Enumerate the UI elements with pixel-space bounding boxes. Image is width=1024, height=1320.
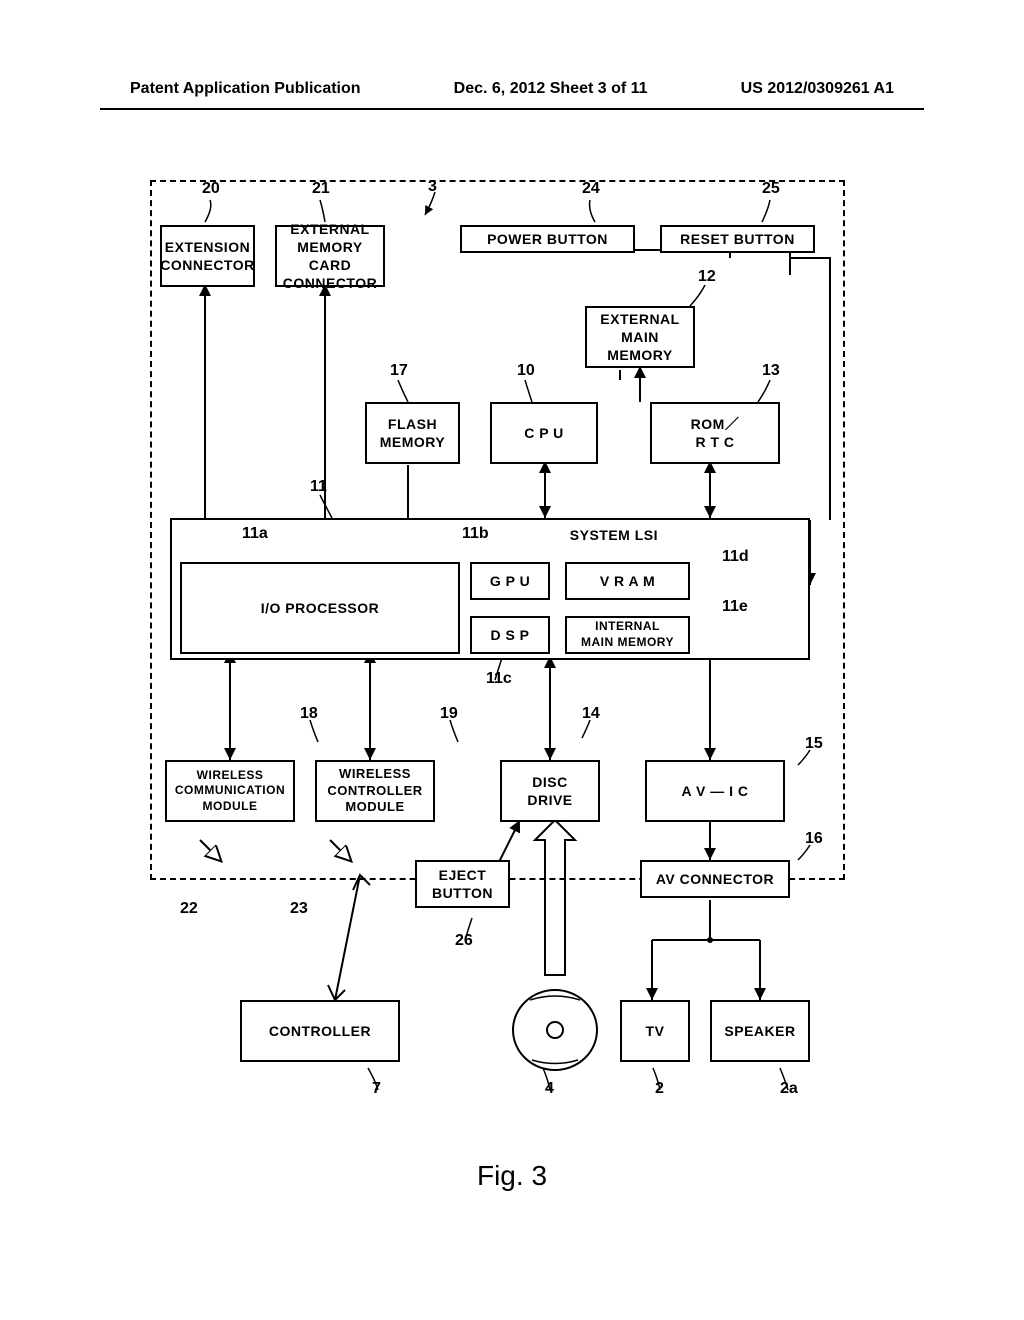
ref-16: 16 [805,830,823,848]
ref-20: 20 [202,180,220,198]
ref-11: 11 [310,478,327,496]
controller-box: CONTROLLER [240,1000,400,1062]
vram-box: V R A M [565,562,690,600]
ref-7: 7 [372,1080,381,1098]
dsp-box: D S P [470,616,550,654]
ref-4: 4 [545,1080,554,1098]
ref-24: 24 [582,180,600,198]
cpu-box: C P U [490,402,598,464]
ref-26: 26 [455,932,473,950]
ref-13: 13 [762,362,780,380]
wireless-controller-module-box: WIRELESS CONTROLLER MODULE [315,760,435,822]
gpu-box: G P U [470,562,550,600]
ref-11c: 11c [486,670,512,688]
ref-23: 23 [290,900,308,918]
av-ic-box: A V — I C [645,760,785,822]
reset-button-box: RESET BUTTON [660,225,815,253]
speaker-box: SPEAKER [710,1000,810,1062]
tv-box: TV [620,1000,690,1062]
wireless-communication-module-box: WIRELESS COMMUNICATION MODULE [165,760,295,822]
ref-2a: 2a [780,1080,798,1098]
ref-14: 14 [582,705,600,723]
ref-3: 3 [428,178,437,196]
ref-19: 19 [440,705,458,723]
av-connector-box: AV CONNECTOR [640,860,790,898]
flash-memory-box: FLASH MEMORY [365,402,460,464]
header-left: Patent Application Publication [130,80,361,98]
ref-11d: 11d [722,548,749,566]
ref-10: 10 [517,362,535,380]
disc-drive-box: DISC DRIVE [500,760,600,822]
ref-21: 21 [312,180,330,198]
ref-15: 15 [805,735,823,753]
header-center: Dec. 6, 2012 Sheet 3 of 11 [454,80,648,98]
figure-caption: Fig. 3 [477,1160,547,1192]
ref-11a: 11a [242,525,268,543]
ref-11b: 11b [462,525,489,543]
power-button-box: POWER BUTTON [460,225,635,253]
ref-11e: 11e [722,598,748,616]
eject-button-box: EJECT BUTTON [415,860,510,908]
external-memory-card-connector-box: EXTERNAL MEMORY CARD CONNECTOR [275,225,385,287]
ref-25: 25 [762,180,780,198]
external-main-memory-box: EXTERNAL MAIN MEMORY [585,306,695,368]
ref-18: 18 [300,705,318,723]
ref-17: 17 [390,362,408,380]
rom-rtc-box: ROM／ R T C [650,402,780,464]
ref-2: 2 [655,1080,664,1098]
diagram-area: EXTENSION CONNECTOR EXTERNAL MEMORY CARD… [150,180,870,1140]
ref-22: 22 [180,900,198,918]
ref-12: 12 [698,268,716,286]
extension-connector-box: EXTENSION CONNECTOR [160,225,255,287]
internal-main-memory-box: INTERNAL MAIN MEMORY [565,616,690,654]
header-divider [100,108,924,110]
page-header: Patent Application Publication Dec. 6, 2… [0,80,1024,98]
io-processor-box: I/O PROCESSOR [180,562,460,654]
header-right: US 2012/0309261 A1 [741,80,894,98]
